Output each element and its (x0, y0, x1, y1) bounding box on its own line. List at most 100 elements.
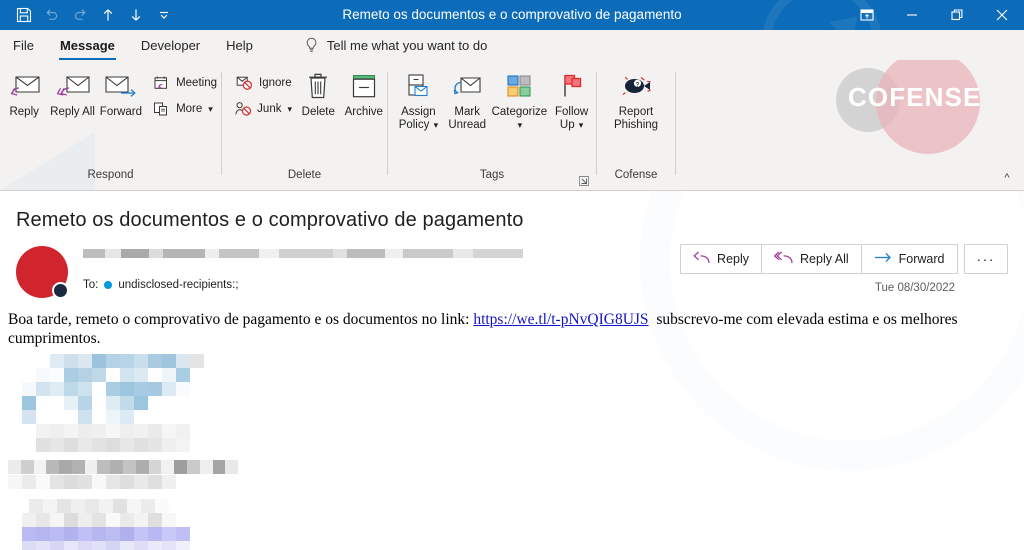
previous-item-icon[interactable] (94, 2, 122, 28)
lightbulb-icon (304, 37, 319, 54)
avatar[interactable] (16, 246, 69, 299)
ribbon-mark-unread-label-2: Unread (448, 119, 487, 131)
reply-all-button[interactable]: Reply All (761, 244, 862, 274)
assign-policy-icon (404, 68, 432, 104)
minimize-button[interactable] (889, 0, 934, 30)
presence-badge-icon (52, 282, 69, 299)
ribbon: COFENSE Reply Reply All Forward Meeting … (0, 60, 1024, 191)
tab-developer[interactable]: Developer (128, 31, 213, 60)
ribbon-assign-policy-label-2: Policy ▾ (398, 119, 439, 131)
follow-up-icon (558, 68, 586, 104)
ribbon-more-respond-button[interactable]: More ▾ (147, 96, 221, 122)
undo-icon (38, 2, 66, 28)
ribbon-assign-policy-label-1: Assign (401, 106, 436, 118)
title-bar: Remeto os documentos e o comprovativo de… (0, 0, 1024, 30)
message-header: To: undisclosed-recipients:; Reply Reply… (0, 232, 1024, 299)
ribbon-group-delete: Ignore Junk ▾ Delete Archive Delete (222, 60, 387, 190)
forward-label: Forward (898, 252, 945, 266)
ribbon-mark-unread-button[interactable]: Mark Unread (443, 68, 492, 132)
ribbon-archive-label: Archive (344, 106, 383, 118)
ribbon-mark-unread-label-1: Mark (454, 106, 480, 118)
redacted-image-block (8, 354, 239, 550)
ribbon-report-phishing-button[interactable]: ? Report Phishing (597, 68, 675, 132)
reply-all-icon (773, 251, 793, 267)
reading-pane: Remeto os documentos e o comprovativo de… (0, 191, 1024, 550)
quick-access-toolbar (0, 2, 178, 28)
ribbon-archive-button[interactable]: Archive (341, 68, 387, 119)
ribbon-reply-all-button[interactable]: Reply All (48, 68, 96, 119)
ribbon-reply-button[interactable]: Reply (0, 68, 48, 119)
report-phishing-fish-icon: ? (619, 68, 653, 104)
ribbon-group-cofense: ? Report Phishing Cofense (597, 60, 675, 190)
ribbon-reply-label: Reply (9, 106, 39, 118)
reply-icon (693, 251, 710, 267)
ribbon-forward-label: Forward (99, 106, 142, 118)
archive-icon (350, 68, 378, 104)
recipient-presence-dot-icon (104, 281, 113, 289)
payment-link[interactable]: https://we.tl/t-pNvQIG8UJS (473, 311, 648, 328)
tags-dialog-launcher-icon[interactable] (578, 175, 590, 187)
ribbon-group-respond: Reply Reply All Forward Meeting More ▾ R… (0, 60, 221, 190)
ribbon-junk-button[interactable]: Junk ▾ (230, 96, 296, 122)
ribbon-assign-policy-button[interactable]: Assign Policy ▾ (394, 68, 443, 132)
delete-icon (306, 68, 330, 104)
ribbon-group-cofense-label: Cofense (614, 169, 658, 181)
to-value[interactable]: undisclosed-recipients:; (118, 279, 238, 291)
reply-button[interactable]: Reply (680, 244, 763, 274)
more-respond-icon (151, 101, 171, 117)
chevron-down-icon: ▾ (287, 103, 292, 114)
cofense-logo-watermark: COFENSE (824, 60, 1004, 170)
ribbon-display-options-button[interactable] (844, 0, 889, 30)
svg-text:?: ? (636, 82, 640, 88)
ribbon-ignore-label: Ignore (259, 77, 292, 89)
tab-file[interactable]: File (0, 31, 47, 60)
tell-me-label: Tell me what you want to do (326, 38, 488, 53)
forward-icon (104, 68, 138, 104)
reply-all-icon (56, 68, 90, 104)
window-controls (844, 0, 1024, 30)
categorize-icon (505, 68, 533, 104)
ribbon-follow-up-button[interactable]: Follow Up ▾ (547, 68, 596, 132)
chevron-down-icon: ▾ (578, 120, 584, 130)
outlook-message-window: Remeto os documentos e o comprovativo de… (0, 0, 1024, 550)
save-icon[interactable] (10, 2, 38, 28)
close-button[interactable] (979, 0, 1024, 30)
to-label: To: (83, 279, 99, 291)
ribbon-report-phishing-label-1: Report (618, 106, 654, 118)
tell-me-search[interactable]: Tell me what you want to do (304, 31, 487, 60)
ribbon-delete-label: Delete (301, 106, 335, 118)
ribbon-forward-button[interactable]: Forward (97, 68, 145, 119)
forward-button[interactable]: Forward (860, 244, 958, 274)
ignore-icon (234, 75, 254, 91)
ribbon-meeting-button[interactable]: Meeting (147, 70, 221, 96)
ribbon-group-tags-label: Tags (388, 168, 596, 190)
ribbon-more-respond-label: More (176, 103, 203, 115)
meeting-icon (151, 75, 171, 91)
message-date: Tue 08/30/2022 (874, 282, 955, 294)
customize-quick-access-toolbar-icon[interactable] (150, 2, 178, 28)
ribbon-follow-up-label-1: Follow (555, 106, 589, 118)
ribbon-group-respond-label: Respond (87, 169, 134, 181)
collapse-ribbon-button[interactable]: ^ (998, 170, 1016, 186)
ribbon-categorize-button[interactable]: Categorize ▾ (492, 68, 547, 132)
cofense-wordmark: COFENSE (848, 82, 982, 112)
ribbon-meeting-label: Meeting (176, 77, 217, 89)
ribbon-reply-all-label: Reply All (50, 106, 95, 118)
reply-label: Reply (717, 252, 750, 266)
tab-help[interactable]: Help (213, 31, 266, 60)
next-item-icon[interactable] (122, 2, 150, 28)
tab-message[interactable]: Message (47, 31, 128, 60)
ribbon-follow-up-label-2: Up ▾ (559, 119, 584, 131)
more-actions-button[interactable]: ··· (963, 244, 1008, 274)
chevron-down-icon: ▾ (517, 120, 523, 130)
mark-unread-icon (452, 68, 482, 104)
ribbon-ignore-button[interactable]: Ignore (230, 70, 296, 96)
restore-button[interactable] (934, 0, 979, 30)
forward-icon (874, 251, 892, 267)
message-actions: Reply Reply All Forward ··· Tue 08/30/20… (680, 244, 1008, 294)
ribbon-separator (675, 72, 676, 175)
ribbon-report-phishing-label-2: Phishing (613, 119, 659, 131)
ribbon-delete-button[interactable]: Delete (296, 68, 341, 119)
chevron-down-icon: ▾ (208, 103, 213, 114)
ribbon-junk-label: Junk (257, 103, 282, 115)
